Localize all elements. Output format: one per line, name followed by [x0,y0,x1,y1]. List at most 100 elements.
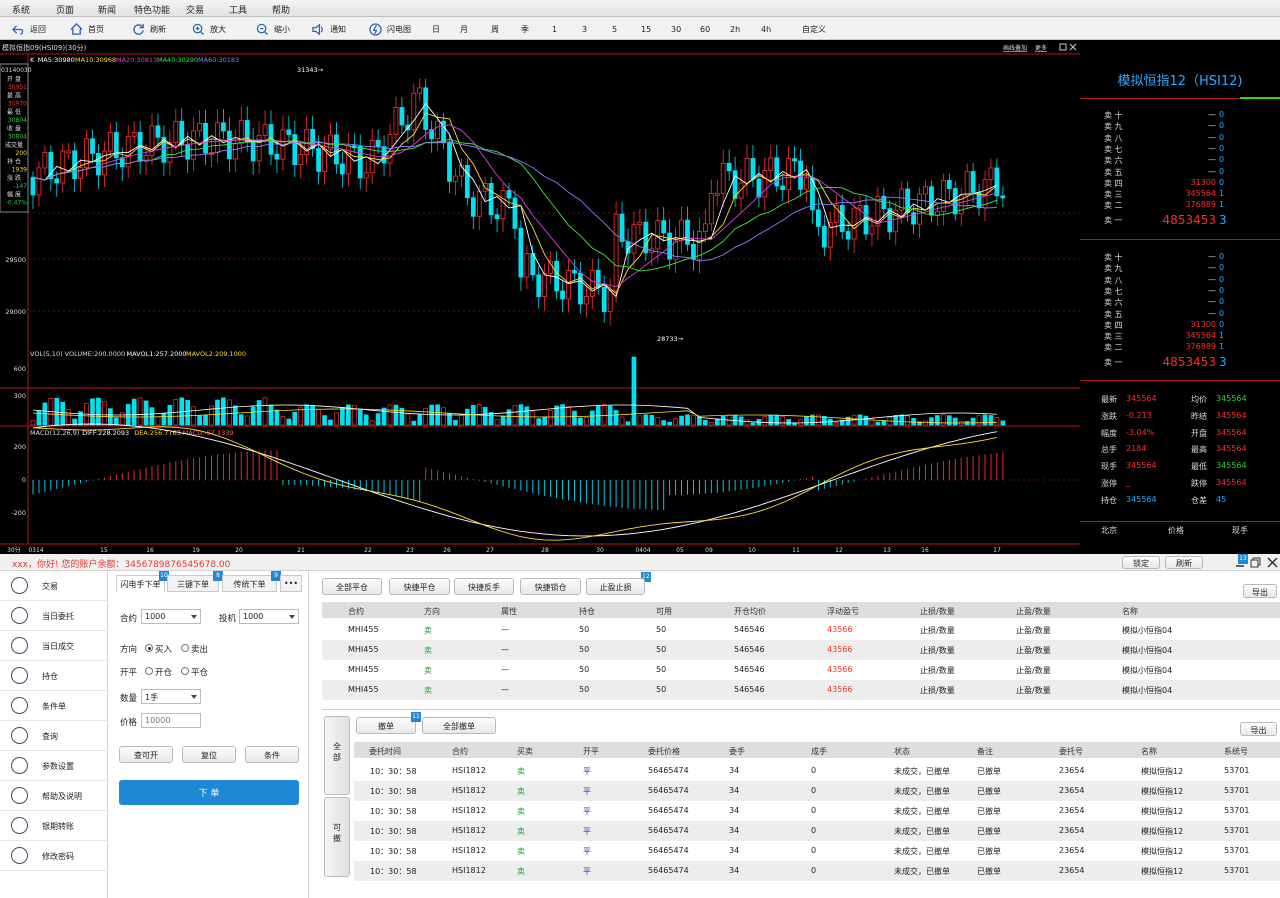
volume-bar [970,417,976,426]
open-radio[interactable] [145,667,153,675]
order-tab[interactable]: 闪电手下单 [116,575,165,592]
submit-order-button[interactable]: 下 单 [119,780,299,805]
positions-col-header: 开仓均价 [734,607,766,616]
volume-bar [524,406,530,426]
chart-restore-icon[interactable] [1059,43,1067,51]
position-action-button[interactable]: 快捷平仓 [389,578,450,595]
period-button[interactable]: 2h [730,22,740,36]
order-row[interactable]: 10：30：58 HSI1812 卖 平 56465474 34 0 未成交，已撤单 已撤单 23… [354,761,1280,781]
chart-area[interactable]: 模拟恒指09(HSI09)(30分) 画线叠加 更多 K MA5:30980 MA10:3… [0,40,1280,554]
order-book-row: 卖 八 —0 [1080,133,1280,144]
order-row[interactable]: 10：30：58 HSI1812 卖 平 56465474 34 0 未成交，已撤单 已撤单 23… [354,781,1280,801]
position-action-button[interactable]: 快捷反手 [454,578,514,595]
order-tab[interactable]: 三键下单 [167,575,219,592]
menu-item[interactable]: 页面 [56,3,74,16]
period-button[interactable]: 月 [460,22,468,36]
x-tick: 0404 [635,547,650,554]
price-tick: 29000 [5,308,26,316]
period-button[interactable]: 4h [761,22,771,36]
hedge-select[interactable]: 1000 [239,609,299,624]
period-button[interactable]: 季 [521,22,529,36]
quote-divider [1080,380,1280,381]
position-action-button[interactable]: 止盈止损 [586,578,645,595]
menu-item[interactable]: 特色功能 [134,3,170,16]
cancel-all-button[interactable]: 全部撤单 [422,717,496,734]
position-row[interactable]: MHI455 卖 — 50 50 546546 43566 止损/数量 止盈/数量 模拟小恒指04 [322,680,1280,700]
order-cell: 未成交，已撤单 [894,767,950,776]
nav-item-search-doc[interactable]: 查询 [0,721,108,751]
buy-radio[interactable] [145,644,153,652]
position-action-button[interactable]: 快捷锁仓 [520,578,581,595]
period-button[interactable]: 5 [612,22,617,36]
close-radio[interactable] [181,667,189,675]
cancel-order-button[interactable]: 撤单 [356,717,416,734]
period-button[interactable]: 60 [700,22,710,36]
toolbar-refresh-button[interactable]: 刷新 [132,22,166,36]
positions-export-button[interactable]: 导出 [1243,584,1277,598]
period-button[interactable]: 日 [432,22,440,36]
orders-export-button[interactable]: 导出 [1240,722,1277,736]
candle-body [1000,195,1006,199]
nav-item-gavel[interactable]: 当日成交 [0,631,108,661]
position-action-button[interactable]: 全部平仓 [322,578,382,595]
toolbar-zoom-in-button[interactable]: 放大 [192,22,226,36]
volume-bar [935,415,940,426]
close-icon[interactable] [1267,557,1278,568]
period-button[interactable]: 15 [641,22,651,36]
chart-top-link[interactable]: 更多 [1035,44,1047,52]
period-button[interactable]: 30 [671,22,681,36]
lock-button[interactable]: 锁定 [1122,556,1160,569]
menu-item[interactable]: 交易 [186,3,204,16]
toolbar-home-button[interactable]: 首页 [70,22,104,36]
period-button[interactable]: 周 [491,22,499,36]
volume-bar [250,406,256,426]
refresh-button[interactable]: 刷新 [1165,556,1203,569]
chart-close-icon[interactable] [1069,43,1077,51]
order-row[interactable]: 10：30：58 HSI1812 卖 平 56465474 34 0 未成交，已撤单 已撤单 23… [354,861,1280,881]
toolbar-back-button[interactable]: 返回 [12,22,46,36]
order-tab[interactable]: 传统下单 [222,575,277,592]
period-button[interactable]: 自定义 [802,22,826,36]
candle-body [804,176,809,190]
restore-icon[interactable] [1250,557,1261,568]
period-button[interactable]: 3 [582,22,587,36]
period-button[interactable]: 1 [552,22,557,36]
minimize-icon[interactable] [1235,558,1245,568]
toolbar-speaker-button[interactable]: 通知 [312,22,346,36]
order-cell: 卖 [517,847,525,856]
price-input[interactable] [141,713,201,728]
order-tab[interactable]: ••• [280,575,302,592]
order-row[interactable]: 10：30：58 HSI1812 卖 平 56465474 34 0 未成交，已撤单 已撤单 23… [354,801,1280,821]
nav-item-entrust[interactable]: 当日委托 [0,601,108,631]
menu-item[interactable]: 帮助 [272,3,290,16]
kline-chart[interactable]: 模拟恒指09(HSI09)(30分) 画线叠加 更多 K MA5:30980 MA10:3… [0,40,1080,554]
sell-radio[interactable] [181,644,189,652]
tab-cancelable-orders[interactable]: 可 撤 [324,797,350,877]
volume-bar [786,419,792,426]
position-row[interactable]: MHI455 卖 — 50 50 546546 43566 止损/数量 止盈/数量 模拟小恒指04 [322,660,1280,680]
contract-select[interactable]: 1000 [141,609,201,624]
order-row[interactable]: 10：30：58 HSI1812 卖 平 56465474 34 0 未成交，已撤单 已撤单 23… [354,821,1280,841]
menu-item[interactable]: 系统 [12,3,30,16]
tab-all-orders[interactable]: 全 部 [324,716,350,795]
position-row[interactable]: MHI455 卖 — 50 50 546546 43566 止损/数量 止盈/数量 模拟小恒指04 [322,620,1280,640]
check-available-button[interactable]: 查可开 [119,746,173,763]
nav-item-filter[interactable]: 条件单 [0,691,108,721]
chart-top-link[interactable]: 画线叠加 [1003,44,1027,52]
menu-item[interactable]: 工具 [229,3,247,16]
nav-item-help[interactable]: 帮助及说明 [0,781,108,811]
menu-item[interactable]: 新闻 [98,3,116,16]
reset-button[interactable]: 复位 [182,746,236,763]
nav-item-yen[interactable]: 交易 [0,571,108,601]
nav-item-gear[interactable]: 参数设置 [0,751,108,781]
toolbar-zoom-out-button[interactable]: 缩小 [256,22,290,36]
orders-col-header: 委托时间 [369,747,401,756]
toolbar-lightning-button[interactable]: 闪电图 [369,22,411,36]
condition-button[interactable]: 条件 [245,746,299,763]
nav-item-lock[interactable]: 修改密码 [0,841,108,871]
order-row[interactable]: 10：30：58 HSI1812 卖 平 56465474 34 0 未成交，已撤单 已撤单 23… [354,841,1280,861]
nav-item-transfer[interactable]: 银期转账 [0,811,108,841]
qty-select[interactable]: 1手 [141,689,201,704]
nav-item-target[interactable]: 持仓 [0,661,108,691]
position-row[interactable]: MHI455 卖 — 50 50 546546 43566 止损/数量 止盈/数量 模拟小恒指04 [322,640,1280,660]
